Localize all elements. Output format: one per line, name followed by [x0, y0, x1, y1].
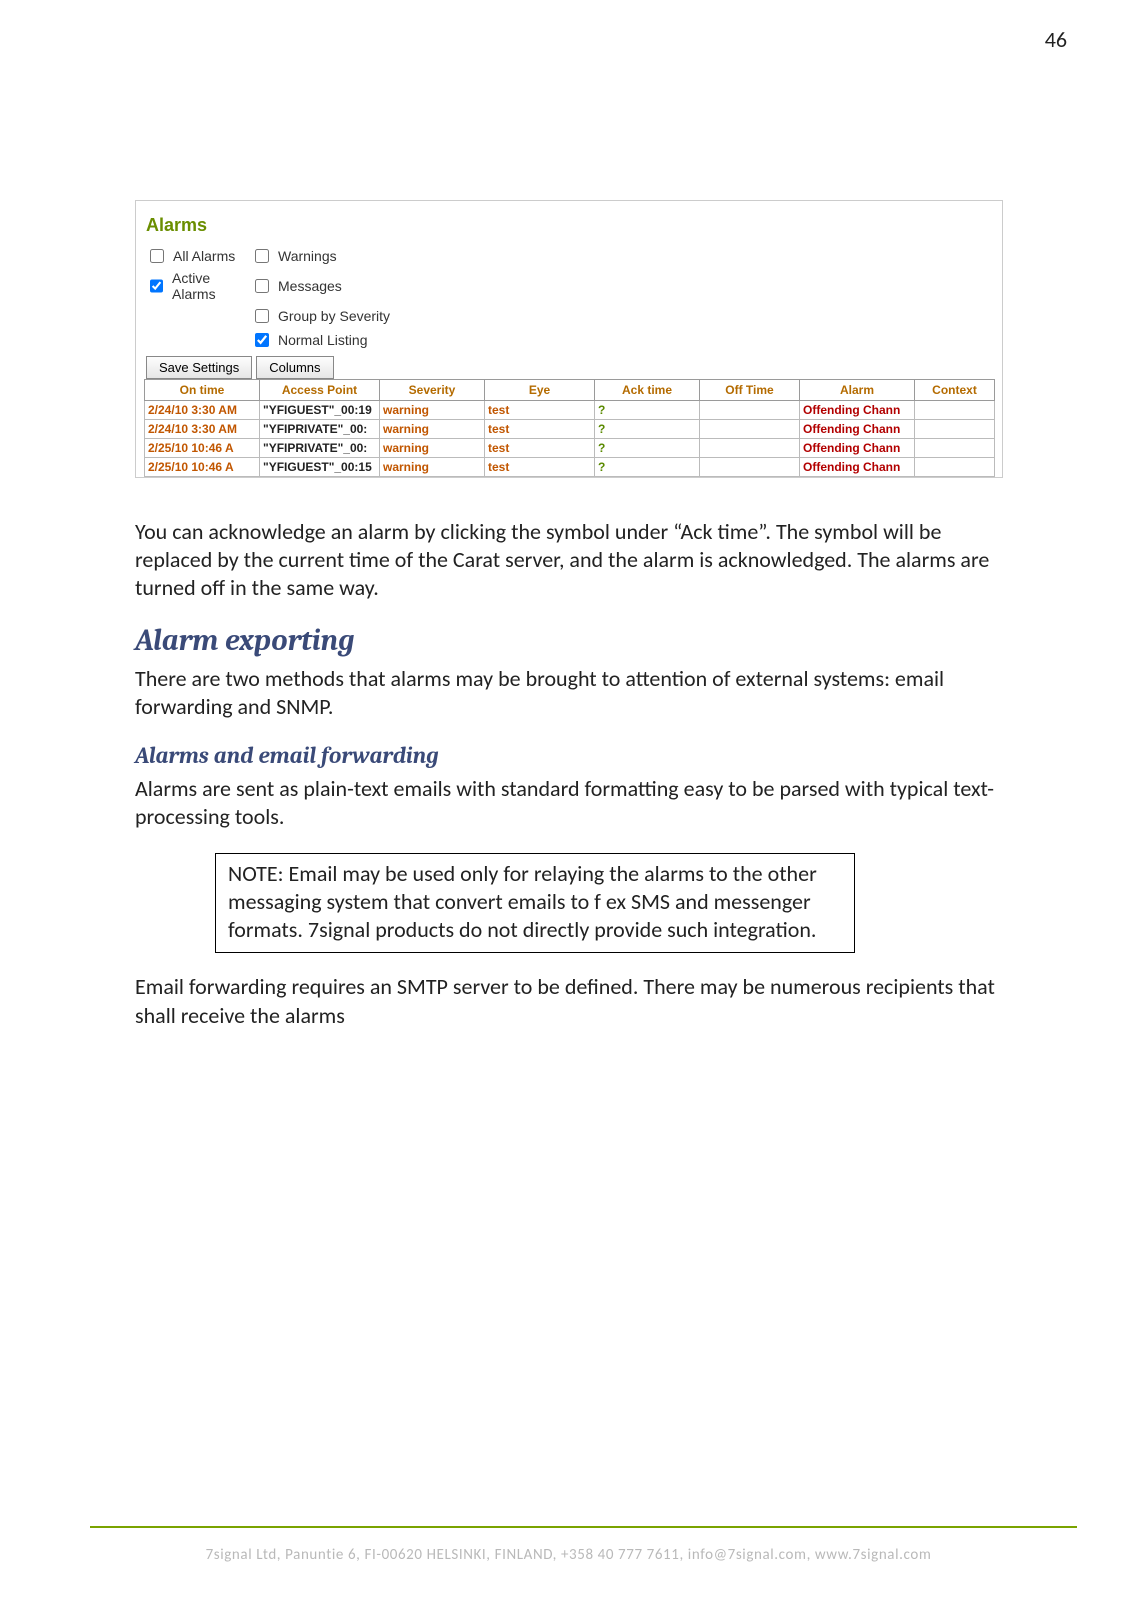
cell-ap: "YFIGUEST"_00:15	[260, 458, 380, 477]
cell-ctx	[915, 401, 995, 420]
cell-on: 2/24/10 3:30 AM	[145, 420, 260, 439]
th-off-time[interactable]: Off Time	[700, 380, 800, 401]
paragraph-methods: There are two methods that alarms may be…	[135, 665, 1005, 721]
cell-ack[interactable]: ?	[595, 439, 700, 458]
cell-off	[700, 420, 800, 439]
cell-ctx	[915, 420, 995, 439]
table-row[interactable]: 2/25/10 10:46 A"YFIPRIVATE"_00:warningte…	[145, 439, 995, 458]
cell-alarm: Offending Chann	[800, 420, 915, 439]
checkbox-normal-listing-input[interactable]	[255, 333, 269, 347]
cell-alarm: Offending Chann	[800, 458, 915, 477]
cell-ack[interactable]: ?	[595, 458, 700, 477]
alarm-table: On time Access Point Severity Eye Ack ti…	[144, 379, 995, 477]
alarm-tbody: 2/24/10 3:30 AM"YFIGUEST"_00:19warningte…	[145, 401, 995, 477]
checkbox-active-alarms[interactable]: Active Alarms	[146, 270, 251, 302]
cell-sev: warning	[380, 401, 485, 420]
cell-alarm: Offending Chann	[800, 401, 915, 420]
button-row: Save Settings Columns	[146, 356, 994, 379]
cell-sev: warning	[380, 420, 485, 439]
checkbox-messages-label: Messages	[278, 278, 342, 294]
checkbox-group-severity-label: Group by Severity	[278, 308, 390, 324]
paragraph-plaintext: Alarms are sent as plain-text emails wit…	[135, 775, 1005, 831]
th-eye[interactable]: Eye	[485, 380, 595, 401]
prose: You can acknowledge an alarm by clicking…	[135, 518, 1005, 1030]
checkbox-group-severity[interactable]: Group by Severity	[251, 306, 451, 326]
checkbox-messages-input[interactable]	[255, 279, 269, 293]
footer-text: 7signal Ltd, Panuntie 6, FI-00620 HELSIN…	[0, 1546, 1137, 1564]
columns-button[interactable]: Columns	[256, 356, 333, 379]
checkbox-warnings-label: Warnings	[278, 248, 337, 264]
cell-off	[700, 401, 800, 420]
alarms-panel: Alarms All Alarms Warnings Active Alarms…	[135, 200, 1003, 478]
paragraph-smtp: Email forwarding requires an SMTP server…	[135, 973, 1005, 1029]
th-context[interactable]: Context	[915, 380, 995, 401]
checkbox-normal-listing[interactable]: Normal Listing	[251, 330, 451, 350]
checkbox-warnings-input[interactable]	[255, 249, 269, 263]
cell-off	[700, 439, 800, 458]
cell-on: 2/24/10 3:30 AM	[145, 401, 260, 420]
th-ack-time[interactable]: Ack time	[595, 380, 700, 401]
cell-ap: "YFIPRIVATE"_00:	[260, 420, 380, 439]
cell-on: 2/25/10 10:46 A	[145, 439, 260, 458]
cell-ap: "YFIPRIVATE"_00:	[260, 439, 380, 458]
cell-alarm: Offending Chann	[800, 439, 915, 458]
table-header-row: On time Access Point Severity Eye Ack ti…	[145, 380, 995, 401]
page: 46 Alarms All Alarms Warnings Active Ala…	[0, 0, 1137, 1598]
cell-on: 2/25/10 10:46 A	[145, 458, 260, 477]
table-row[interactable]: 2/24/10 3:30 AM"YFIGUEST"_00:19warningte…	[145, 401, 995, 420]
main-content: Alarms All Alarms Warnings Active Alarms…	[135, 200, 1015, 1050]
cell-ack[interactable]: ?	[595, 420, 700, 439]
cell-ap: "YFIGUEST"_00:19	[260, 401, 380, 420]
cell-eye: test	[485, 439, 595, 458]
cell-ack[interactable]: ?	[595, 401, 700, 420]
page-number: 46	[1045, 26, 1067, 53]
checkbox-group-severity-input[interactable]	[255, 309, 269, 323]
cell-ctx	[915, 458, 995, 477]
paragraph-ack: You can acknowledge an alarm by clicking…	[135, 518, 1005, 602]
table-row[interactable]: 2/25/10 10:46 A"YFIGUEST"_00:15warningte…	[145, 458, 995, 477]
checkbox-warnings[interactable]: Warnings	[251, 246, 451, 266]
checkbox-active-alarms-label: Active Alarms	[172, 270, 251, 302]
th-on-time[interactable]: On time	[145, 380, 260, 401]
th-alarm[interactable]: Alarm	[800, 380, 915, 401]
filter-group: All Alarms Warnings Active Alarms Messag…	[146, 246, 994, 350]
checkbox-all-alarms[interactable]: All Alarms	[146, 246, 251, 266]
cell-sev: warning	[380, 458, 485, 477]
cell-eye: test	[485, 458, 595, 477]
table-row[interactable]: 2/24/10 3:30 AM"YFIPRIVATE"_00:warningte…	[145, 420, 995, 439]
cell-sev: warning	[380, 439, 485, 458]
alarms-title: Alarms	[146, 215, 994, 236]
checkbox-normal-listing-label: Normal Listing	[278, 332, 367, 348]
th-access-point[interactable]: Access Point	[260, 380, 380, 401]
footer-rule	[90, 1526, 1077, 1528]
cell-eye: test	[485, 401, 595, 420]
th-severity[interactable]: Severity	[380, 380, 485, 401]
checkbox-all-alarms-input[interactable]	[150, 249, 164, 263]
cell-eye: test	[485, 420, 595, 439]
cell-off	[700, 458, 800, 477]
save-settings-button[interactable]: Save Settings	[146, 356, 252, 379]
checkbox-active-alarms-input[interactable]	[150, 279, 163, 293]
note-box: NOTE: Email may be used only for relayin…	[215, 853, 855, 953]
cell-ctx	[915, 439, 995, 458]
checkbox-all-alarms-label: All Alarms	[173, 248, 235, 264]
checkbox-messages[interactable]: Messages	[251, 270, 451, 302]
heading-alarm-exporting: Alarm exporting	[135, 622, 1005, 660]
heading-email-fwd: Alarms and email forwarding	[135, 741, 1005, 770]
